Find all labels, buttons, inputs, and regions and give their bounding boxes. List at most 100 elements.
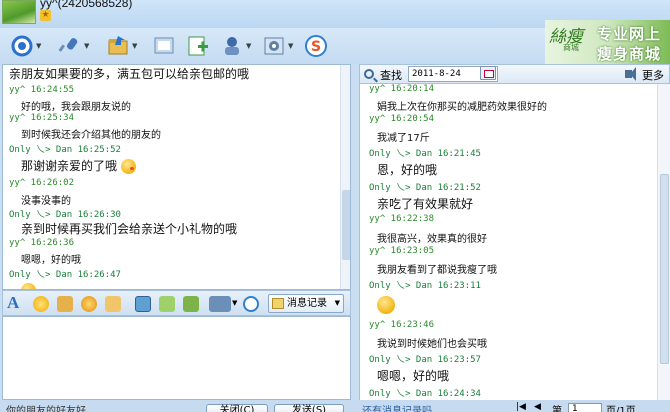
ad-banner[interactable]: 絲瘦 商城 专业网上 瘦身商城 bbox=[545, 20, 670, 64]
image-icon[interactable] bbox=[135, 296, 151, 312]
message-text: 我很高兴，效果真的很好 bbox=[377, 234, 487, 245]
chevron-down-icon[interactable]: ▼ bbox=[132, 42, 140, 50]
scrollbar-thumb[interactable] bbox=[342, 190, 350, 260]
history-toolbar: 查找 2011-8-24 更多 bbox=[359, 64, 670, 84]
message-header: Only 乀> Dan 16:23:57 bbox=[369, 355, 481, 365]
emoji-icon[interactable] bbox=[33, 296, 49, 312]
message-header: Only 乀> Dan 16:21:45 bbox=[369, 149, 481, 159]
message-header: Only 乀> Dan 16:24:34 bbox=[369, 389, 481, 399]
chevron-down-icon[interactable]: ▼ bbox=[288, 42, 296, 50]
message-header: Only 乀> Dan 16:26:47 bbox=[9, 270, 121, 280]
format-toolbar: A ▼ 消息记录 ▼ bbox=[2, 290, 351, 316]
add-app-icon bbox=[186, 34, 210, 58]
remote-assist-button[interactable]: ▼ bbox=[220, 33, 254, 59]
main-toolbar: ▼ ▼ ▼ ▼ ▼ S bbox=[0, 28, 545, 64]
font-button[interactable]: A bbox=[7, 293, 19, 313]
window-title: yy^(2420568528) bbox=[40, 0, 133, 10]
music-icon[interactable] bbox=[159, 296, 175, 312]
video-call-button[interactable]: ▼ bbox=[10, 33, 44, 59]
screenshot-icon bbox=[152, 34, 176, 58]
scrollbar[interactable] bbox=[657, 84, 670, 400]
message-log-button[interactable]: 消息记录 ▼ bbox=[268, 294, 344, 313]
message-header: yy^ 16:23:46 bbox=[369, 320, 435, 330]
message-text: 亲吃了有效果就好 bbox=[377, 197, 474, 211]
s-app-icon: S bbox=[304, 34, 328, 58]
s-app-button[interactable]: S bbox=[304, 33, 328, 59]
screenshot-button[interactable] bbox=[152, 33, 176, 59]
history-pager: 还有消息记录吗 |◀ ◀ 第 1 页/1页 bbox=[362, 400, 670, 412]
chevron-down-icon[interactable]: ▼ bbox=[36, 42, 44, 50]
shop-logo: 絲瘦 商城 bbox=[549, 27, 583, 52]
send-file-icon bbox=[106, 34, 130, 58]
chat-message-pane[interactable]: 亲朋友如果要的多，满五包可以给亲包邮的哦 yy^ 16:24:55 好的哦，我会… bbox=[2, 64, 351, 290]
gift-icon[interactable] bbox=[57, 296, 73, 312]
scrollbar-thumb[interactable] bbox=[660, 174, 669, 364]
status-hint: 你的朋友的好友好 bbox=[6, 406, 86, 412]
find-button[interactable]: 查找 bbox=[364, 67, 402, 83]
smile-emoji-icon bbox=[21, 283, 36, 289]
message-emoji bbox=[377, 294, 395, 314]
message-header: yy^ 16:23:05 bbox=[369, 246, 435, 256]
banner-line-1: 专业网上 bbox=[597, 25, 662, 43]
blush-emoji-icon bbox=[120, 159, 136, 174]
shake-icon[interactable] bbox=[81, 296, 97, 312]
message-header: Only 乀> Dan 16:21:52 bbox=[369, 183, 481, 193]
message-text: 我朋友看到了都说我瘦了哦 bbox=[377, 265, 497, 276]
message-header: yy^ 16:26:36 bbox=[9, 238, 75, 248]
message-text: 亲到时候再买我们会给亲送个小礼物的哦 bbox=[21, 222, 238, 236]
message-header: Only 乀> Dan 16:23:11 bbox=[369, 281, 481, 291]
history-pane[interactable]: yy^ 16:20:14 娟我上次在你那买的减肥药效果很好的 yy^ 16:20… bbox=[359, 84, 670, 400]
message-text: 亲朋友如果要的多，满五包可以给亲包邮的哦 bbox=[9, 67, 250, 81]
message-text: 我减了17斤 bbox=[377, 133, 430, 144]
avatar[interactable] bbox=[2, 0, 36, 24]
message-header: yy^ 16:26:02 bbox=[9, 178, 75, 188]
message-emoji bbox=[21, 280, 36, 289]
prev-page-icon[interactable]: ◀ bbox=[534, 402, 541, 412]
banner-line-2: 瘦身商城 bbox=[597, 45, 662, 63]
send-file-button[interactable]: ▼ bbox=[106, 33, 140, 59]
remote-assist-icon bbox=[220, 34, 244, 58]
voice-call-button[interactable]: ▼ bbox=[58, 33, 92, 59]
scribble-icon[interactable] bbox=[105, 296, 121, 312]
message-header: Only 乀> Dan 16:26:30 bbox=[9, 210, 121, 220]
message-text: 那谢谢亲爱的了哦 bbox=[21, 157, 136, 174]
search-icon bbox=[364, 69, 374, 79]
message-text: 到时候我还会介绍其他的朋友的 bbox=[21, 130, 161, 141]
more-button[interactable]: 更多 bbox=[625, 67, 664, 83]
message-header: yy^ 16:25:34 bbox=[9, 113, 75, 123]
smile-emoji-icon bbox=[377, 295, 395, 314]
message-text: 好的哦，我会跟朋友说的 bbox=[21, 102, 131, 113]
message-text: 嗯嗯，好的哦 bbox=[21, 255, 81, 266]
message-header: yy^ 16:20:14 bbox=[369, 84, 435, 94]
level-star-icon: ★ bbox=[40, 10, 51, 21]
send-button[interactable]: 发送(S) bbox=[274, 404, 344, 412]
message-text: 娟我上次在你那买的减肥药效果很好的 bbox=[377, 102, 547, 113]
svg-text:S: S bbox=[311, 39, 321, 55]
page-suffix: 页/1页 bbox=[606, 406, 636, 412]
chevron-down-icon[interactable]: ▼ bbox=[246, 42, 254, 50]
s-app-icon[interactable] bbox=[243, 296, 259, 312]
message-text: 恩，好的哦 bbox=[377, 163, 438, 177]
message-header: yy^ 16:24:55 bbox=[9, 85, 75, 95]
settings-icon bbox=[262, 34, 286, 58]
magic-face-icon[interactable] bbox=[183, 296, 199, 312]
page-prefix: 第 bbox=[552, 406, 562, 412]
video-call-icon bbox=[10, 34, 34, 58]
message-input[interactable] bbox=[2, 316, 351, 400]
chevron-down-icon[interactable]: ▼ bbox=[84, 42, 92, 50]
screenshot-icon[interactable] bbox=[209, 296, 231, 312]
add-app-button[interactable] bbox=[186, 33, 210, 59]
chevron-down-icon: ▼ bbox=[334, 299, 340, 307]
log-icon bbox=[272, 298, 284, 309]
first-page-icon[interactable]: |◀ bbox=[516, 402, 526, 412]
message-text: 我说到时候她们也会买哦 bbox=[377, 339, 487, 350]
scrollbar[interactable] bbox=[340, 65, 350, 289]
settings-button[interactable]: ▼ bbox=[262, 33, 296, 59]
page-input[interactable]: 1 bbox=[568, 403, 602, 412]
message-header: yy^ 16:22:38 bbox=[369, 214, 435, 224]
message-header: Only 乀> Dan 16:25:52 bbox=[9, 145, 121, 155]
calendar-icon[interactable] bbox=[480, 66, 496, 80]
chevron-down-icon[interactable]: ▼ bbox=[232, 299, 237, 307]
close-button[interactable]: 关闭(C) bbox=[206, 404, 268, 412]
more-history-link[interactable]: 还有消息记录吗 bbox=[362, 402, 432, 412]
